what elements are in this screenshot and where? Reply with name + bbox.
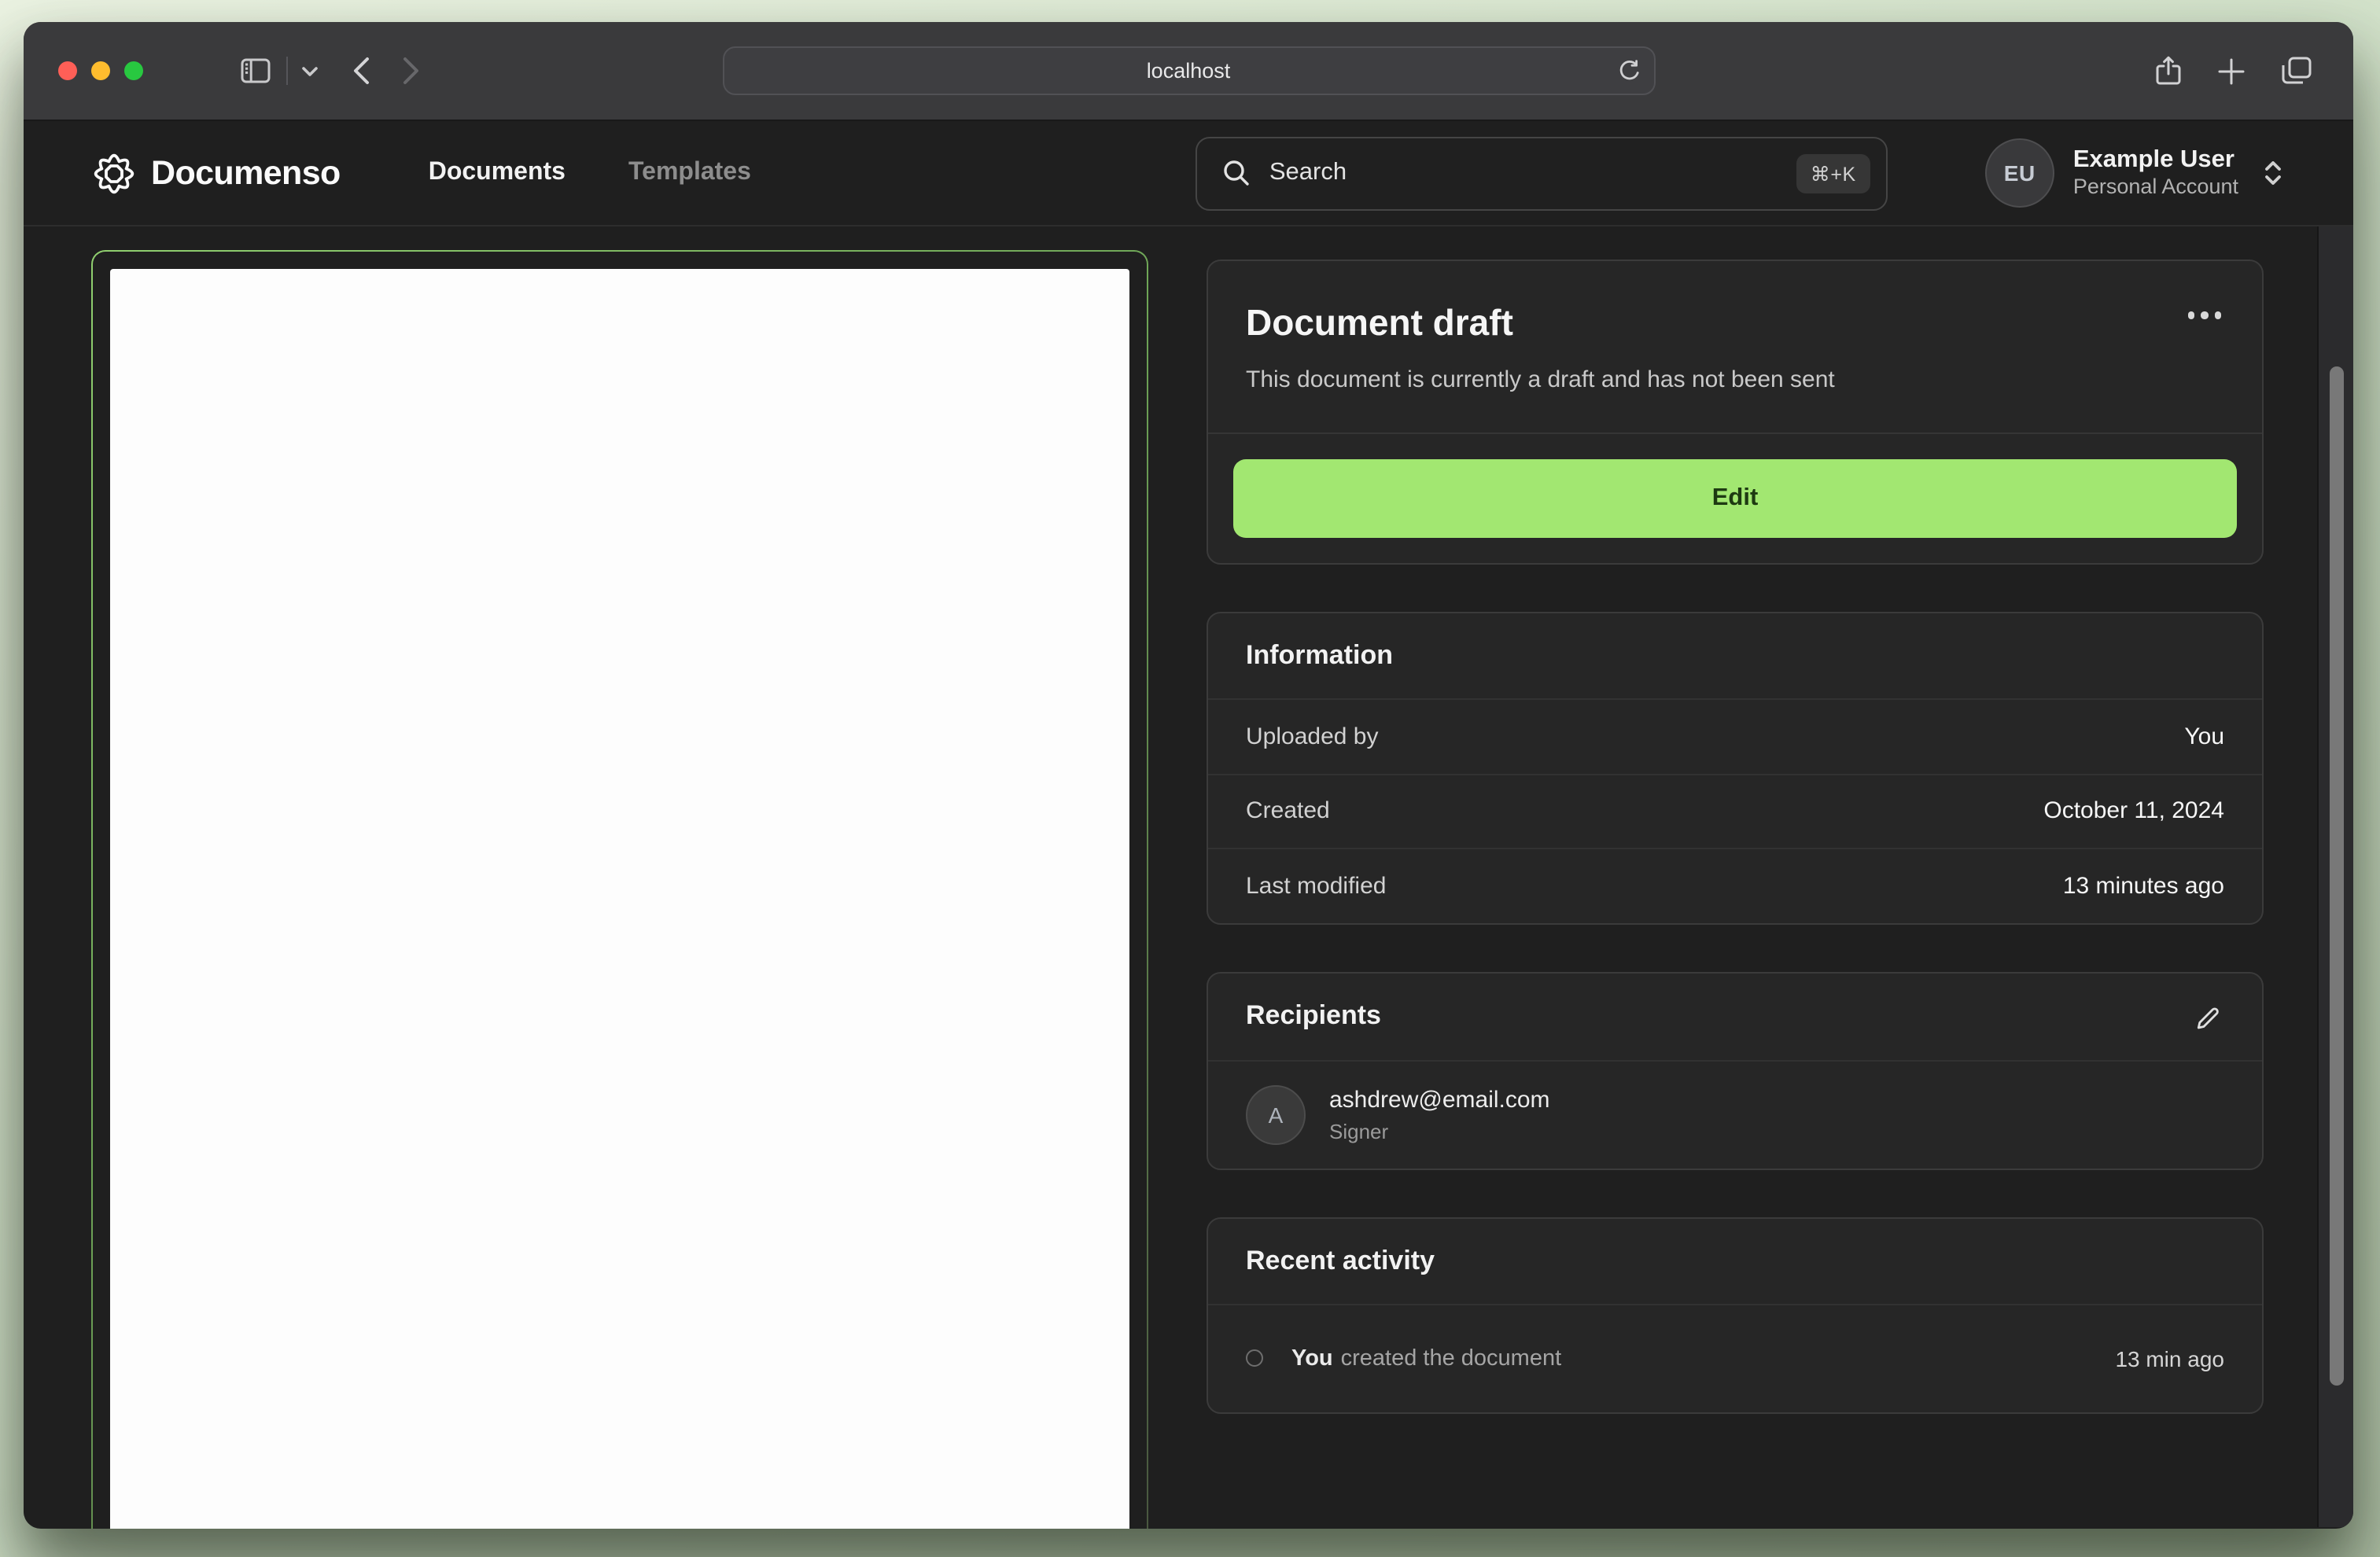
scrollbar-track[interactable] [2317,226,2353,1527]
toolbar-divider [286,57,288,85]
document-draft-card: Document draft This document is currentl… [1207,260,2264,565]
brand-wordmark: Documenso [151,153,341,191]
search-input[interactable]: Search ⌘+K [1195,136,1888,210]
info-label: Uploaded by [1246,723,1379,750]
draft-card-header: Document draft This document is currentl… [1208,261,2262,434]
information-title: Information [1246,640,1393,670]
desktop-background: localhost Documenso Documents Templates … [0,0,2380,1557]
toolbar-right-actions [2155,55,2312,86]
nav-item-templates[interactable]: Templates [628,159,751,187]
edit-recipients-pencil-icon[interactable] [2191,999,2224,1032]
back-icon[interactable] [352,57,370,85]
address-bar-url: localhost [1146,59,1231,83]
recipient-role: Signer [1329,1119,1389,1143]
recipient-avatar: A [1246,1084,1306,1144]
refresh-icon[interactable] [1617,59,1639,83]
sidebar-toggle-icon[interactable] [241,58,271,83]
user-texts: Example User Personal Account [2073,145,2238,202]
documenso-logo-icon [93,152,135,194]
activity-actor: You [1291,1345,1333,1371]
info-value: October 11, 2024 [2043,797,2224,825]
info-row-created: Created October 11, 2024 [1208,773,2262,848]
recent-activity-card: Recent activity You created the document … [1207,1217,2264,1413]
documenso-app: Documenso Documents Templates Search ⌘+K [24,121,2353,1529]
info-label: Created [1246,797,1330,825]
sidebar-chevron-down-icon[interactable] [302,65,318,76]
minimize-window-button[interactable] [91,61,110,80]
user-avatar: EU [1984,138,2054,208]
draft-card-actions: Edit [1208,434,2262,563]
info-value: You [2184,723,2224,750]
main-nav: Documents Templates [429,159,751,187]
edit-button[interactable]: Edit [1233,459,2237,538]
recipients-card: Recipients A ashdrew@email.com Signer [1207,971,2264,1169]
information-card-header: Information [1208,613,2262,698]
nav-item-documents[interactable]: Documents [429,159,566,187]
more-options-icon[interactable] [2181,305,2227,325]
sidebar-controls [241,57,318,85]
info-value: 13 minutes ago [2062,872,2224,900]
brand[interactable]: Documenso [93,152,341,194]
window-controls [58,61,143,80]
activity-card-header: Recent activity [1208,1218,2262,1303]
user-account-type: Personal Account [2072,175,2238,199]
new-tab-icon[interactable] [2218,57,2245,84]
activity-text: You created the document [1291,1345,1561,1371]
close-window-button[interactable] [58,61,77,80]
recipient-texts: ashdrew@email.com Signer [1329,1086,1550,1143]
recipient-email: ashdrew@email.com [1329,1086,1550,1113]
activity-list-item: You created the document 13 min ago [1208,1303,2262,1412]
activity-timestamp: 13 min ago [2115,1345,2224,1371]
user-name: Example User [2072,145,2234,173]
draft-description: This document is currently a draft and h… [1246,366,1835,393]
forward-icon[interactable] [403,57,420,85]
chevrons-up-down-icon [2262,159,2284,187]
tabs-overview-icon[interactable] [2281,57,2312,85]
info-row-last-modified: Last modified 13 minutes ago [1208,848,2262,922]
activity-bullet-icon [1246,1349,1263,1367]
browser-toolbar: localhost [24,22,2353,121]
info-label: Last modified [1246,872,1387,900]
browser-window: localhost Documenso Documents Templates … [24,22,2353,1529]
recipient-list-item[interactable]: A ashdrew@email.com Signer [1208,1059,2262,1168]
share-icon[interactable] [2155,55,2182,86]
information-card: Information Uploaded by You Created Octo… [1207,612,2264,924]
document-page[interactable] [110,269,1129,1529]
activity-title: Recent activity [1246,1245,1435,1275]
document-side-panel: Document draft This document is currentl… [1207,250,2264,1527]
scrollbar-thumb[interactable] [2330,366,2344,1386]
draft-title: Document draft [1246,302,1513,343]
app-body: Document draft This document is currentl… [24,226,2353,1529]
search-shortcut-badge: ⌘+K [1796,153,1870,193]
zoom-window-button[interactable] [124,61,143,80]
history-navigation [352,57,420,85]
search-icon [1222,159,1251,187]
user-menu[interactable]: EU Example User Personal Account [1984,138,2284,208]
recipients-card-header: Recipients [1208,973,2262,1059]
address-bar[interactable]: localhost [722,46,1655,95]
search-placeholder: Search [1269,159,1347,186]
recipients-title: Recipients [1246,1000,1381,1030]
activity-action: created the document [1340,1345,1562,1371]
app-header: Documenso Documents Templates Search ⌘+K [24,121,2353,226]
document-preview-frame [91,250,1148,1529]
info-row-uploaded-by: Uploaded by You [1208,698,2262,773]
